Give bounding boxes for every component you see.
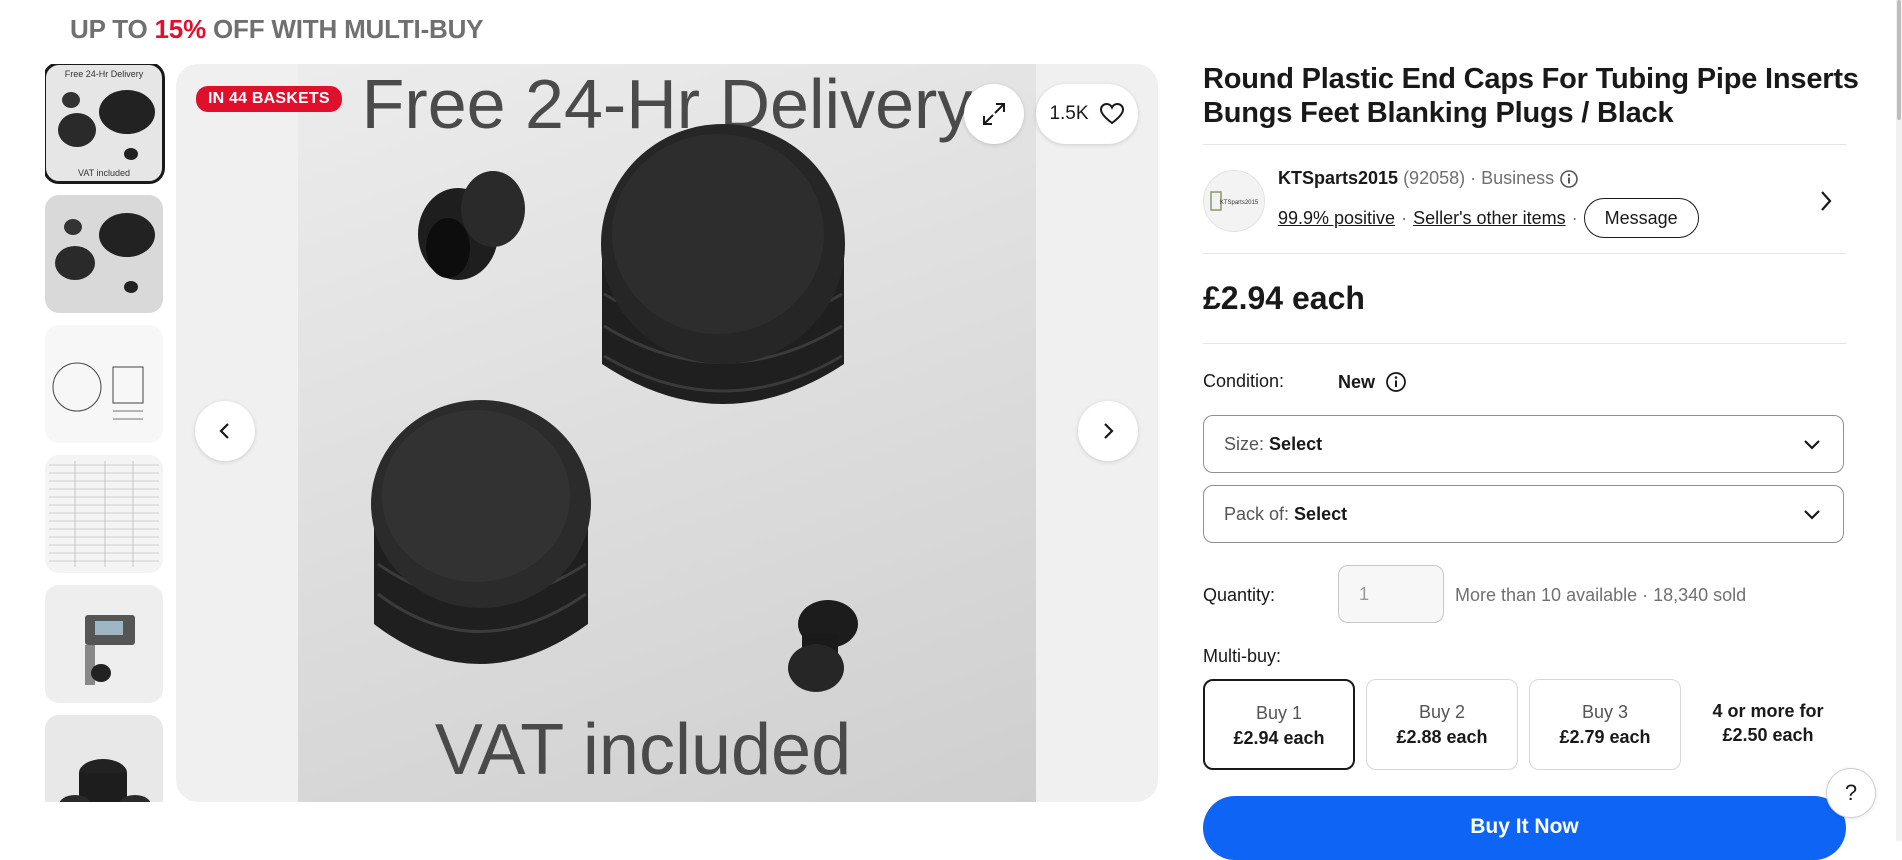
pack-of-select[interactable]: Pack of: Select	[1203, 485, 1844, 543]
scrollbar-thumb[interactable]	[1897, 0, 1901, 120]
promo-suffix: OFF WITH MULTI-BUY	[206, 14, 484, 44]
image-gallery: Free 24-Hr Delivery VAT included	[176, 64, 1158, 802]
multi-buy-more-line2: £2.50 each	[1722, 725, 1814, 745]
divider	[1203, 144, 1846, 145]
multi-buy-more-offer: 4 or more for £2.50 each	[1698, 699, 1838, 747]
seller-type: Business	[1481, 168, 1555, 188]
multi-buy-qty: Buy 3	[1581, 702, 1629, 722]
condition-value: New	[1338, 371, 1407, 393]
multi-buy-price: £2.94 each	[1233, 728, 1325, 748]
expand-image-button[interactable]	[964, 84, 1024, 144]
previous-image-button[interactable]	[195, 401, 255, 461]
quantity-label: Quantity:	[1203, 585, 1276, 605]
next-image-button[interactable]	[1078, 401, 1138, 461]
watchlist-button[interactable]: 1.5K	[1036, 84, 1138, 144]
item-price: £2.94 each	[1203, 280, 1365, 316]
condition-label: Condition:	[1203, 371, 1285, 391]
pack-select-value: Select	[1294, 503, 1348, 524]
seller-info: KTSparts2015 (92058) · Business	[1278, 168, 1579, 189]
chevron-right-icon	[1104, 423, 1114, 439]
promo-prefix: UP TO	[70, 14, 155, 44]
chevron-down-icon	[1804, 440, 1820, 450]
thumbnail-3[interactable]	[45, 325, 163, 443]
chevron-down-icon	[1804, 510, 1820, 520]
multi-buy-more-line1: 4 or more for	[1712, 701, 1824, 721]
promo-discount: 15%	[154, 14, 207, 44]
help-button[interactable]: ?	[1826, 768, 1876, 818]
multi-buy-price: £2.88 each	[1396, 727, 1488, 747]
divider	[1203, 343, 1846, 344]
seller-positive-feedback-link[interactable]: 99.9% positive	[1278, 208, 1395, 229]
size-select-label: Size:	[1224, 433, 1265, 454]
seller-feedback-count: (92058)	[1403, 168, 1466, 188]
divider	[1203, 253, 1846, 254]
thumbnail-5[interactable]	[45, 585, 163, 703]
thumbnail-6[interactable]	[45, 715, 163, 802]
seller-links: 99.9% positive · Seller's other items · …	[1278, 198, 1699, 238]
info-icon[interactable]	[1385, 371, 1407, 393]
availability-text: More than 10 available · 18,340 sold	[1455, 585, 1747, 605]
pack-select-label: Pack of:	[1224, 503, 1290, 524]
seller-other-items-link[interactable]: Seller's other items	[1413, 208, 1566, 229]
thumbnail-strip: Free 24-Hr Delivery VAT included	[45, 64, 165, 802]
separator: ·	[1571, 207, 1578, 228]
message-seller-button[interactable]: Message	[1583, 198, 1699, 238]
page-scrollbar[interactable]	[1896, 0, 1902, 841]
multi-buy-qty: Buy 2	[1418, 702, 1466, 722]
chevron-left-icon	[219, 423, 229, 439]
multi-buy-label: Multi-buy:	[1203, 646, 1282, 666]
watch-count: 1.5K	[1049, 103, 1089, 124]
condition-text: New	[1338, 371, 1376, 392]
info-icon[interactable]	[1559, 169, 1579, 189]
size-select[interactable]: Size: Select	[1203, 415, 1844, 473]
thumb1-top-text: Free 24-Hr Delivery	[65, 69, 144, 79]
seller-name[interactable]: KTSparts2015	[1278, 168, 1398, 189]
image-vat-text: VAT included	[435, 710, 851, 790]
multi-buy-option-1[interactable]: Buy 1 £2.94 each	[1203, 679, 1355, 770]
seller-logo[interactable]: KTSparts2015	[1203, 170, 1265, 232]
separator: ·	[1470, 168, 1477, 188]
thumbnail-4[interactable]	[45, 455, 163, 573]
in-baskets-badge: IN 44 BASKETS	[196, 86, 342, 112]
seller-details-chevron-icon[interactable]	[1816, 186, 1836, 216]
expand-icon	[983, 103, 1005, 125]
multi-buy-promo-banner: UP TO 15% OFF WITH MULTI-BUY	[70, 14, 484, 45]
thumbnail-2[interactable]	[45, 195, 163, 313]
main-product-image[interactable]: Free 24-Hr Delivery VAT included	[298, 64, 1036, 802]
product-title: Round Plastic End Caps For Tubing Pipe I…	[1203, 63, 1859, 129]
image-delivery-text: Free 24-Hr Delivery	[362, 65, 973, 143]
thumbnail-1[interactable]: Free 24-Hr Delivery VAT included	[45, 64, 165, 184]
multi-buy-option-3[interactable]: Buy 3 £2.79 each	[1529, 679, 1681, 770]
heart-icon	[1099, 102, 1124, 125]
multi-buy-option-2[interactable]: Buy 2 £2.88 each	[1366, 679, 1518, 770]
buy-it-now-button[interactable]: Buy It Now	[1203, 796, 1846, 860]
seller-logo-text: KTSparts2015	[1220, 200, 1259, 206]
thumb1-bottom-text: VAT included	[78, 168, 130, 178]
separator: ·	[1401, 207, 1408, 228]
size-select-value: Select	[1269, 433, 1323, 454]
multi-buy-price: £2.79 each	[1559, 727, 1651, 747]
multi-buy-qty: Buy 1	[1255, 703, 1303, 723]
quantity-input[interactable]	[1338, 565, 1444, 623]
